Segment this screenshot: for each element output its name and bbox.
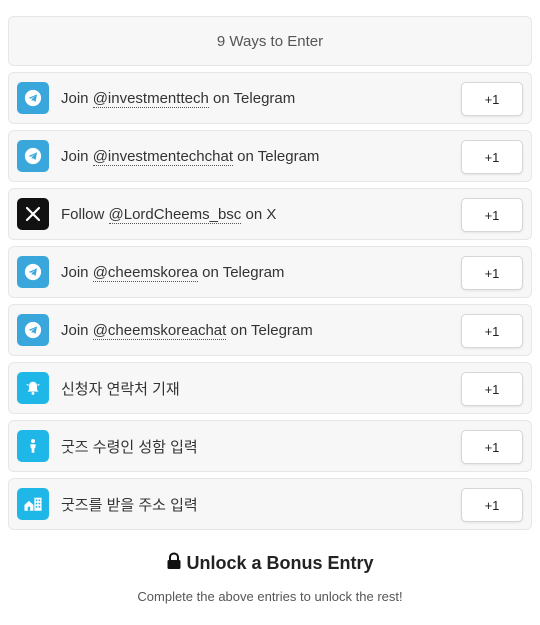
entry-label: 신청자 연락처 기재 [61,380,180,398]
telegram-icon [17,314,49,346]
home-building-icon [17,488,49,520]
lock-icon [166,552,182,575]
plus-one-button[interactable]: +1 [461,140,523,174]
plus-one-button[interactable]: +1 [461,488,523,522]
entry-follow-lordcheems-x[interactable]: Follow @LordCheems_bsc on X +1 [8,188,532,240]
entry-methods-header: 9 Ways to Enter [8,16,532,66]
entry-label: 굿즈를 받을 주소 입력 [61,496,198,514]
x-handle-link[interactable]: @LordCheems_bsc [108,205,242,224]
x-logo-icon [17,198,49,230]
entry-join-cheemskoreachat[interactable]: Join @cheemskoreachat on Telegram +1 [8,304,532,356]
plus-one-button[interactable]: +1 [461,256,523,290]
telegram-handle-link[interactable]: @cheemskoreachat [92,321,227,340]
bonus-entry-section: Unlock a Bonus Entry Complete the above … [0,552,540,604]
entry-list: Join @investmenttech on Telegram +1 Join… [8,72,532,536]
entry-label: Join @investmenttech on Telegram [61,89,296,108]
telegram-handle-link[interactable]: @investmenttech [92,89,209,108]
bonus-entry-heading: Unlock a Bonus Entry [0,552,540,575]
entry-label: Follow @LordCheems_bsc on X [61,205,277,224]
telegram-icon [17,82,49,114]
person-icon [17,430,49,462]
plus-one-button[interactable]: +1 [461,82,523,116]
plus-one-button[interactable]: +1 [461,430,523,464]
entry-join-investmentechchat[interactable]: Join @investmentechchat on Telegram +1 [8,130,532,182]
entry-shipping-address[interactable]: 굿즈를 받을 주소 입력 +1 [8,478,532,530]
bonus-entry-title: Unlock a Bonus Entry [186,553,374,573]
bell-icon [17,372,49,404]
plus-one-button[interactable]: +1 [461,198,523,232]
entry-methods-title: 9 Ways to Enter [216,32,324,50]
telegram-handle-link[interactable]: @investmentechchat [92,147,233,166]
entry-contact-info[interactable]: 신청자 연락처 기재 +1 [8,362,532,414]
entry-label: Join @cheemskoreachat on Telegram [61,321,313,340]
entry-join-cheemskorea[interactable]: Join @cheemskorea on Telegram +1 [8,246,532,298]
plus-one-button[interactable]: +1 [461,314,523,348]
entry-recipient-name[interactable]: 굿즈 수령인 성함 입력 +1 [8,420,532,472]
plus-one-button[interactable]: +1 [461,372,523,406]
telegram-icon [17,256,49,288]
entry-label: 굿즈 수령인 성함 입력 [61,438,198,456]
entry-join-investmenttech[interactable]: Join @investmenttech on Telegram +1 [8,72,532,124]
telegram-handle-link[interactable]: @cheemskorea [92,263,198,282]
telegram-icon [17,140,49,172]
bonus-entry-subtitle: Complete the above entries to unlock the… [137,589,403,604]
entry-label: Join @cheemskorea on Telegram [61,263,285,282]
entry-label: Join @investmentechchat on Telegram [61,147,320,166]
